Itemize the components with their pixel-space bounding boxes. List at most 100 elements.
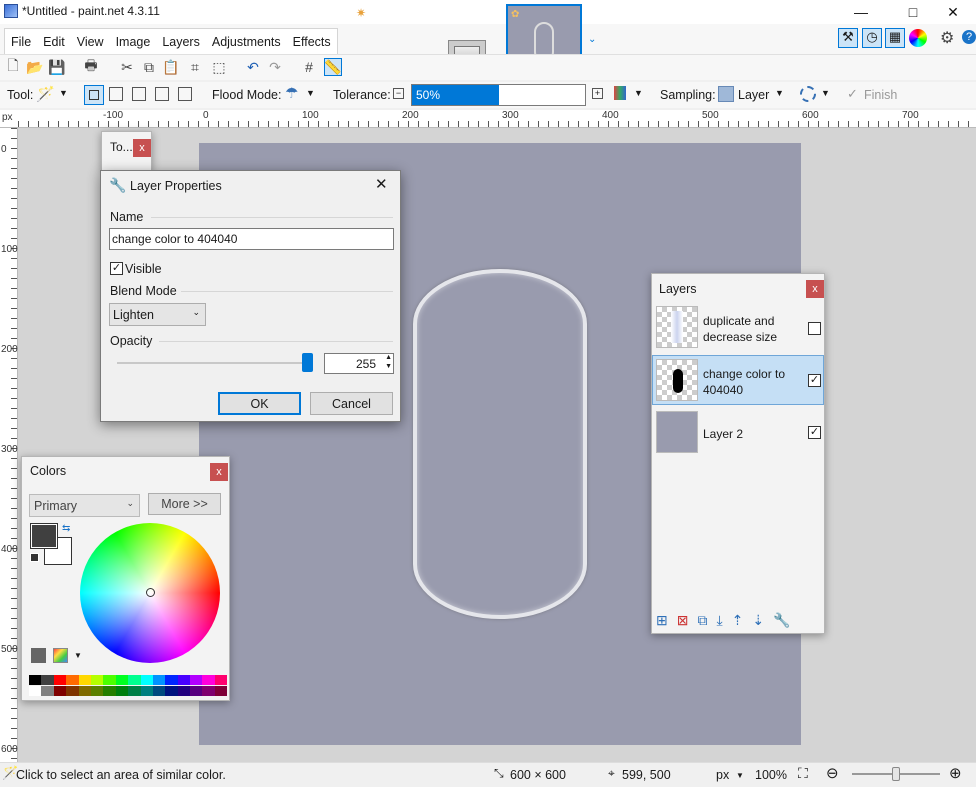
selection-mode-union-icon[interactable]: [109, 87, 123, 101]
color-wheel-cursor[interactable]: [146, 588, 155, 597]
palette-swatch[interactable]: [103, 685, 116, 696]
selection-mode-intersect-icon[interactable]: [178, 87, 192, 101]
layer-item[interactable]: duplicate and decrease size: [652, 302, 824, 352]
units-dropdown-arrow-icon[interactable]: ▼: [736, 771, 744, 780]
layer-item[interactable]: Layer 2 ✓: [652, 407, 824, 457]
palette-swatch[interactable]: [140, 685, 153, 696]
selection-mode-exclude-icon[interactable]: [132, 87, 146, 101]
dialog-close-button[interactable]: ✕: [375, 175, 388, 193]
menu-image[interactable]: Image: [110, 29, 157, 54]
swap-colors-icon[interactable]: ⇆: [62, 523, 70, 534]
zoom-out-icon[interactable]: ⊖: [826, 764, 839, 782]
menu-edit[interactable]: Edit: [37, 29, 71, 54]
flood-mode-dropdown-arrow-icon[interactable]: ▼: [306, 88, 315, 98]
tolerance-slider[interactable]: 50%: [411, 84, 586, 106]
layer-visibility-checkbox[interactable]: ✓: [808, 426, 821, 439]
spin-up-icon[interactable]: ▲: [385, 354, 392, 361]
palette-swatch[interactable]: [53, 675, 67, 685]
menu-effects[interactable]: Effects: [287, 29, 337, 54]
units-select[interactable]: px: [716, 768, 729, 782]
antialiasing-icon[interactable]: [800, 86, 816, 102]
opacity-spinner[interactable]: 255 ▲ ▼: [324, 353, 394, 374]
menu-adjustments[interactable]: Adjustments: [206, 29, 287, 54]
palette-swatch[interactable]: [29, 675, 42, 685]
palette-swatch[interactable]: [190, 685, 203, 696]
add-layer-icon[interactable]: ⊞: [656, 612, 668, 634]
help-icon[interactable]: ?: [962, 30, 976, 44]
palette-swatch[interactable]: [152, 675, 166, 685]
menu-layers[interactable]: Layers: [156, 29, 206, 54]
duplicate-layer-icon[interactable]: ⧉: [697, 612, 707, 634]
layer-item-selected[interactable]: change color to 404040 ✓: [652, 355, 824, 405]
paste-icon[interactable]: 📋: [162, 58, 180, 76]
finish-button[interactable]: Finish: [864, 88, 897, 102]
alpha-blending-icon[interactable]: [614, 86, 626, 100]
colors-toggle-icon[interactable]: [909, 29, 927, 47]
layer-visibility-checkbox[interactable]: [808, 322, 821, 335]
palette-menu-icon[interactable]: [53, 648, 68, 663]
palette-swatch[interactable]: [78, 675, 91, 685]
zoom-to-window-icon[interactable]: ⛶: [798, 765, 808, 782]
save-icon[interactable]: 💾: [48, 58, 66, 76]
deselect-icon[interactable]: ⬚: [210, 58, 228, 76]
ok-button[interactable]: OK: [218, 392, 301, 415]
palette-swatch[interactable]: [177, 675, 191, 685]
rulers-icon[interactable]: 📏: [324, 58, 342, 76]
palette-swatch[interactable]: [90, 685, 104, 696]
minimize-button[interactable]: —: [838, 0, 884, 24]
palette-swatch[interactable]: [190, 675, 203, 685]
color-palette[interactable]: [29, 675, 228, 696]
selection-mode-xor-icon[interactable]: [155, 87, 169, 101]
open-icon[interactable]: 📂: [26, 58, 44, 76]
zoom-level[interactable]: 100%: [755, 768, 787, 782]
close-window-button[interactable]: ✕: [930, 0, 976, 24]
palette-swatch[interactable]: [41, 685, 54, 696]
palette-swatch[interactable]: [41, 675, 54, 685]
layers-panel-close-button[interactable]: x: [806, 280, 824, 298]
layer-name-input[interactable]: change color to 404040: [109, 228, 394, 250]
sampling-value[interactable]: Layer: [738, 88, 769, 102]
palette-swatch[interactable]: [128, 685, 141, 696]
palette-swatch[interactable]: [214, 675, 228, 685]
layer-properties-icon[interactable]: 🔧: [773, 612, 790, 634]
palette-swatch[interactable]: [115, 675, 129, 685]
spin-down-icon[interactable]: ▼: [385, 363, 392, 370]
palette-swatch[interactable]: [53, 685, 67, 696]
palette-swatch[interactable]: [115, 685, 129, 696]
magic-wand-icon[interactable]: 🪄: [36, 85, 55, 103]
palette-swatch[interactable]: [165, 685, 178, 696]
tolerance-increase-icon[interactable]: +: [592, 88, 603, 99]
history-toggle-icon[interactable]: ◷: [862, 28, 882, 48]
palette-dropdown-arrow-icon[interactable]: ▼: [74, 651, 82, 660]
merge-layer-down-icon[interactable]: ⤓: [716, 612, 722, 634]
more-colors-button[interactable]: More >>: [148, 493, 221, 515]
thumbnail-dropdown-icon[interactable]: ⌄: [588, 34, 596, 45]
crop-to-selection-icon[interactable]: ⌗: [186, 58, 204, 76]
palette-swatch[interactable]: [214, 685, 228, 696]
zoom-in-icon[interactable]: ⊕: [949, 764, 962, 782]
antialias-dropdown-arrow-icon[interactable]: ▼: [821, 88, 830, 98]
blend-mode-select[interactable]: Lighten ⌄: [109, 303, 206, 326]
palette-swatch[interactable]: [90, 675, 104, 685]
palette-swatch[interactable]: [202, 685, 215, 696]
menu-file[interactable]: File: [5, 29, 37, 54]
grid-icon[interactable]: #: [300, 58, 318, 76]
palette-swatch[interactable]: [177, 685, 191, 696]
print-icon[interactable]: 🖶: [82, 57, 100, 76]
palette-swatch[interactable]: [29, 685, 42, 696]
layers-toggle-icon[interactable]: ▦: [885, 28, 905, 48]
layer-visibility-checkbox[interactable]: ✓: [808, 374, 821, 387]
redo-icon[interactable]: ↷: [266, 58, 284, 76]
tools-panel-close-button[interactable]: x: [133, 139, 151, 157]
palette-swatch[interactable]: [78, 685, 91, 696]
selection-mode-replace-icon[interactable]: [84, 85, 104, 105]
tool-dropdown-arrow-icon[interactable]: ▼: [59, 88, 68, 98]
palette-swatch[interactable]: [128, 675, 141, 685]
tools-toggle-icon[interactable]: ⚒: [838, 28, 858, 48]
color-mode-select[interactable]: Primary ⌄: [29, 494, 140, 517]
palette-swatch[interactable]: [66, 675, 79, 685]
sampling-layer-icon[interactable]: [718, 86, 734, 102]
reset-colors-icon[interactable]: [30, 553, 39, 562]
palette-swatch[interactable]: [140, 675, 153, 685]
palette-swatch[interactable]: [103, 675, 116, 685]
